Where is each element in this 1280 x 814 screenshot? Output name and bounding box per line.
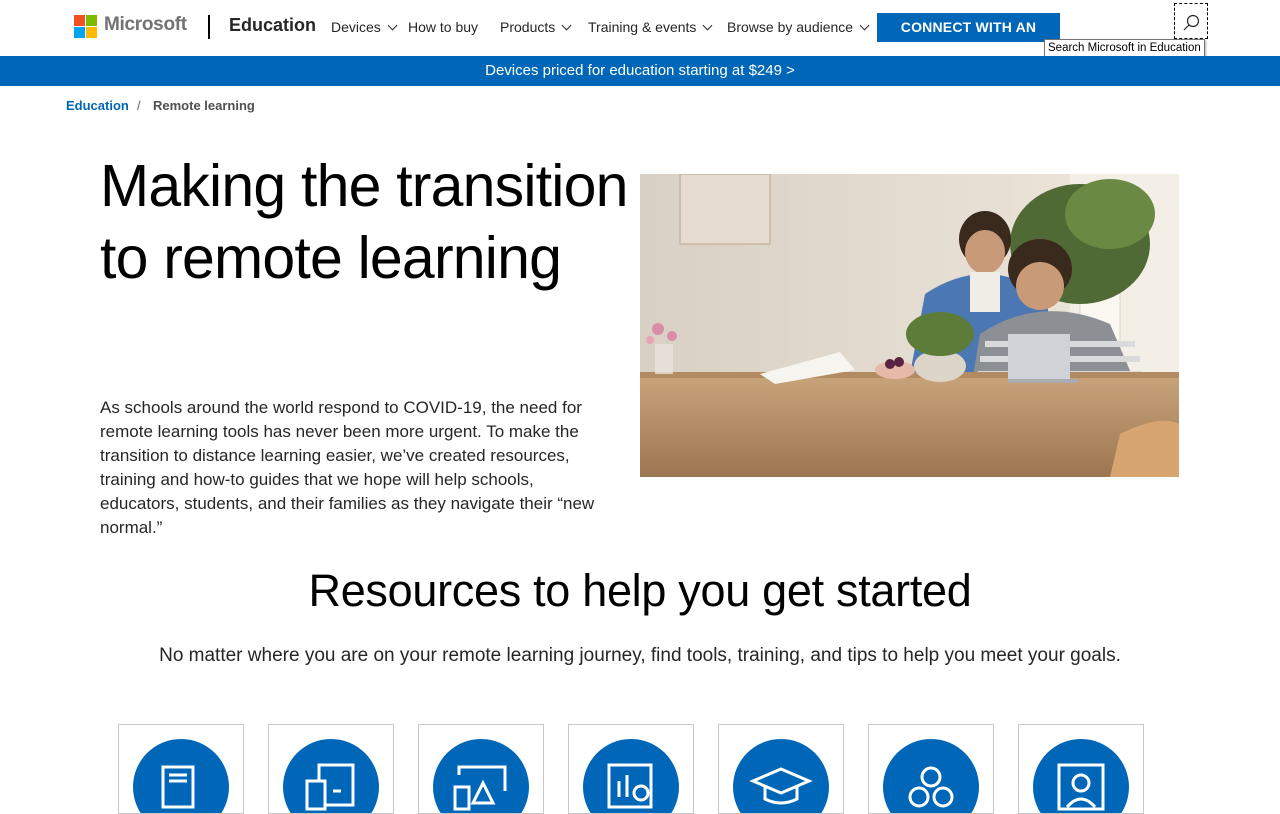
breadcrumb-separator: / bbox=[137, 98, 141, 113]
resource-card-1[interactable] bbox=[118, 724, 244, 814]
hero-title: Making the transition to remote learning bbox=[100, 153, 628, 291]
community-icon bbox=[908, 766, 954, 808]
search-tooltip: Search Microsoft in Education bbox=[1044, 39, 1205, 57]
microsoft-logo-icon[interactable] bbox=[74, 15, 97, 38]
resources-subtitle: No matter where you are on your remote l… bbox=[159, 645, 1121, 666]
nav-products-label: Products bbox=[500, 19, 556, 35]
nav-how-to-buy[interactable]: How to buy bbox=[408, 19, 478, 35]
header-divider bbox=[208, 15, 210, 39]
nav-browse-by-audience[interactable]: Browse by audience bbox=[727, 19, 870, 35]
nav-how-to-buy-label: How to buy bbox=[408, 19, 479, 35]
search-button[interactable] bbox=[1174, 3, 1208, 39]
nav-training-events-label: Training & events bbox=[588, 19, 697, 35]
connect-expert-button[interactable]: CONNECT WITH AN EXPERT bbox=[877, 13, 1060, 64]
resource-card-5[interactable] bbox=[718, 724, 844, 814]
chevron-down-icon bbox=[859, 20, 870, 31]
nav-browse-by-audience-label: Browse by audience bbox=[727, 19, 854, 35]
site-header: Microsoft Education Devices How to buy P… bbox=[0, 0, 1280, 64]
analytics-icon bbox=[607, 763, 653, 809]
nav-devices-label: Devices bbox=[331, 19, 381, 35]
person-portrait-icon bbox=[1057, 763, 1105, 811]
section-title[interactable]: Education bbox=[229, 15, 316, 36]
promo-link[interactable]: Devices priced for education starting at… bbox=[485, 62, 795, 79]
resources-title: Resources to help you get started bbox=[308, 565, 972, 616]
nav-devices[interactable]: Devices bbox=[331, 19, 398, 35]
nav-products[interactable]: Products bbox=[500, 19, 572, 35]
resource-card-6[interactable] bbox=[868, 724, 994, 814]
breadcrumb-home[interactable]: Education bbox=[66, 98, 129, 113]
breadcrumb-home-label: Education bbox=[66, 98, 129, 113]
breadcrumb-current: Remote learning bbox=[153, 98, 255, 113]
classroom-board-icon bbox=[453, 765, 507, 811]
graduation-cap-icon bbox=[749, 767, 813, 805]
breadcrumb-separator-label: / bbox=[137, 98, 141, 113]
chevron-down-icon bbox=[702, 20, 713, 31]
book-pencil-icon bbox=[161, 765, 195, 809]
nav-training-events[interactable]: Training & events bbox=[588, 19, 713, 35]
hero-image bbox=[640, 174, 1179, 477]
brand-name[interactable]: Microsoft bbox=[104, 14, 187, 36]
chevron-down-icon bbox=[387, 20, 398, 31]
promo-banner[interactable]: Devices priced for education starting at… bbox=[0, 56, 1280, 86]
devices-icon bbox=[305, 763, 355, 811]
chevron-down-icon bbox=[561, 20, 572, 31]
resource-card-4[interactable] bbox=[568, 724, 694, 814]
hero-body: As schools around the world respond to C… bbox=[100, 398, 595, 537]
resource-card-2[interactable] bbox=[268, 724, 394, 814]
resource-card-7[interactable] bbox=[1018, 724, 1144, 814]
breadcrumb-current-label: Remote learning bbox=[153, 98, 255, 113]
search-icon bbox=[1183, 14, 1200, 31]
resource-card-3[interactable] bbox=[418, 724, 544, 814]
